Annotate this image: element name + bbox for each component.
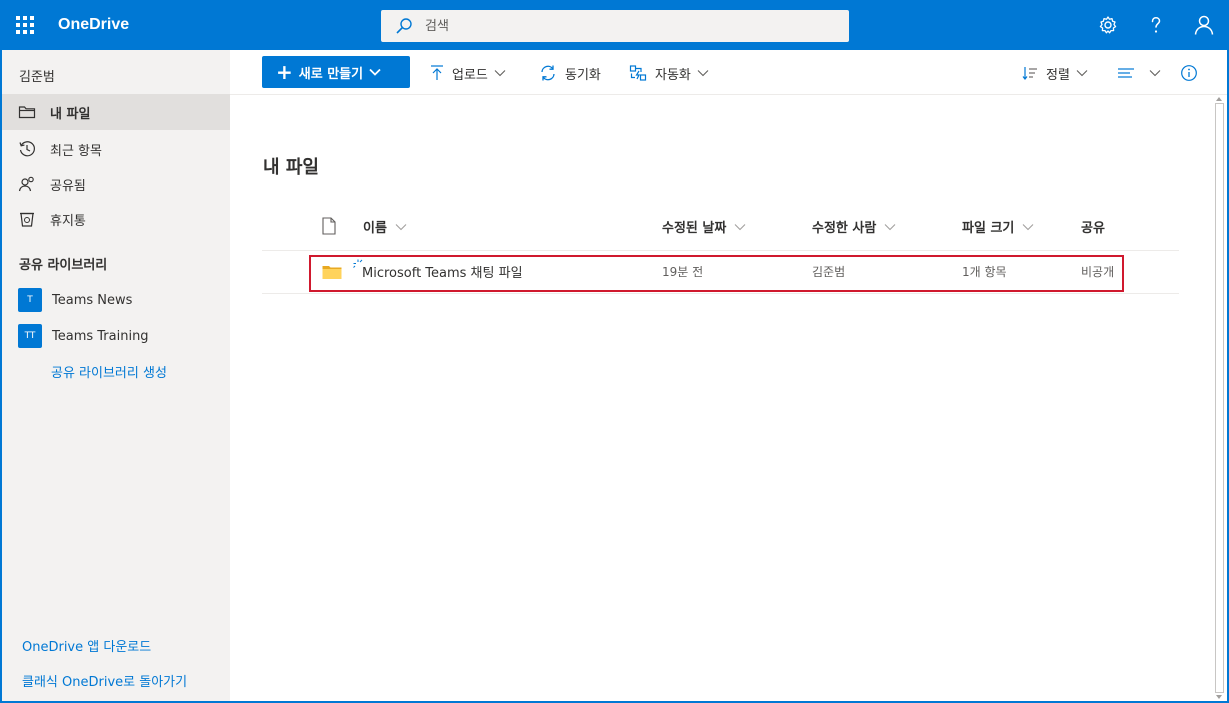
account-icon[interactable] (1192, 13, 1216, 37)
people-icon (18, 175, 36, 193)
column-header-label: 수정한 사람 (812, 221, 877, 236)
search-box[interactable] (381, 10, 849, 42)
command-bar: + 새로 만들기 업로드 동기화 자동화 정렬 (230, 50, 1227, 95)
scroll-up-icon[interactable] (1216, 97, 1222, 101)
nav-item-label: 최근 항목 (50, 143, 102, 159)
chevron-down-icon (1149, 69, 1161, 77)
left-navigation: 김준범 내 파일 최근 항목 공유됨 휴지통 공유 라이브러리 T Teams … (2, 50, 230, 701)
info-button[interactable] (1180, 62, 1206, 84)
column-header-modified[interactable]: 수정된 날짜 (662, 217, 746, 236)
chevron-down-icon (697, 69, 709, 77)
file-type-header[interactable] (322, 217, 336, 235)
nav-item-my-files[interactable]: 내 파일 (2, 94, 230, 130)
column-header-label: 공유 (1081, 221, 1105, 236)
column-header-name[interactable]: 이름 (363, 217, 407, 236)
library-badge: T (18, 288, 42, 312)
modified-by-cell[interactable]: 김준범 (812, 263, 845, 280)
view-options-button[interactable] (1117, 62, 1161, 84)
shared-libraries-title: 공유 라이브러리 (19, 258, 108, 273)
folder-icon (322, 264, 342, 284)
vertical-scrollbar[interactable] (1212, 95, 1227, 701)
column-header-label: 이름 (363, 221, 387, 236)
upload-button[interactable]: 업로드 (430, 62, 506, 84)
nav-item-label: 내 파일 (50, 106, 91, 122)
column-header-modified-by[interactable]: 수정한 사람 (812, 217, 896, 236)
search-icon (396, 18, 412, 34)
create-library-link[interactable]: 공유 라이브러리 생성 (51, 362, 167, 381)
library-label: Teams News (52, 292, 133, 308)
upload-label: 업로드 (452, 67, 488, 83)
nav-item-shared[interactable]: 공유됨 (2, 166, 230, 202)
plus-icon: + (276, 60, 293, 84)
nav-item-label: 공유됨 (50, 178, 86, 194)
main-content: 내 파일 이름 수정된 날짜 수정한 사람 파일 크기 공유 Microsoft… (230, 95, 1212, 701)
file-name-link[interactable]: Microsoft Teams 채팅 파일 (362, 262, 523, 281)
top-bar: OneDrive (0, 0, 1229, 50)
search-input[interactable] (425, 10, 825, 42)
column-header-label: 파일 크기 (962, 221, 1015, 236)
scrollbar-thumb[interactable] (1215, 103, 1224, 693)
history-icon (18, 140, 36, 158)
list-view-icon (1117, 66, 1135, 80)
table-row[interactable]: Microsoft Teams 채팅 파일 19분 전 김준범 1개 항목 비공… (262, 251, 1179, 293)
classic-onedrive-link[interactable]: 클래식 OneDrive로 돌아가기 (22, 671, 187, 690)
library-item-teams-training[interactable]: TT Teams Training (2, 319, 230, 353)
nav-item-recycle-bin[interactable]: 휴지통 (2, 201, 230, 237)
chevron-down-icon (369, 65, 381, 80)
gear-icon[interactable] (1096, 13, 1120, 37)
automate-icon (629, 64, 647, 82)
download-app-link[interactable]: OneDrive 앱 다운로드 (22, 636, 151, 655)
info-icon (1180, 64, 1198, 82)
help-icon[interactable] (1144, 13, 1168, 37)
library-label: Teams Training (52, 328, 149, 344)
chevron-down-icon (884, 223, 896, 231)
row-divider (262, 293, 1179, 294)
nav-item-label: 휴지통 (50, 213, 86, 229)
sharing-cell[interactable]: 비공개 (1081, 263, 1114, 280)
modified-cell: 19분 전 (662, 265, 704, 279)
chevron-down-icon (1022, 223, 1034, 231)
library-item-teams-news[interactable]: T Teams News (2, 283, 230, 317)
upload-icon (430, 65, 444, 81)
folder-icon (18, 103, 36, 121)
automate-button[interactable]: 자동화 (629, 62, 709, 84)
sort-label: 정렬 (1046, 67, 1070, 83)
chevron-down-icon (734, 223, 746, 231)
size-cell: 1개 항목 (962, 265, 1007, 279)
new-button[interactable]: + 새로 만들기 (262, 56, 410, 88)
library-badge: TT (18, 324, 42, 348)
page-title: 내 파일 (263, 157, 319, 178)
sync-button[interactable]: 동기화 (539, 62, 601, 84)
column-header-size[interactable]: 파일 크기 (962, 217, 1034, 236)
column-header-label: 수정된 날짜 (662, 221, 727, 236)
automate-label: 자동화 (655, 67, 691, 83)
new-button-label: 새로 만들기 (298, 66, 364, 82)
scroll-down-icon[interactable] (1216, 695, 1222, 699)
chevron-down-icon (1076, 69, 1088, 77)
user-name: 김준범 (19, 70, 55, 85)
app-launcher-icon[interactable] (13, 13, 37, 37)
app-name[interactable]: OneDrive (58, 16, 129, 34)
chevron-down-icon (395, 223, 407, 231)
sync-label: 동기화 (565, 67, 601, 83)
file-type-icon (322, 217, 336, 235)
column-header-sharing[interactable]: 공유 (1081, 217, 1105, 236)
sort-button[interactable]: 정렬 (1022, 62, 1088, 84)
recycle-bin-icon (18, 210, 36, 228)
sort-icon (1022, 65, 1038, 81)
chevron-down-icon (494, 69, 506, 77)
sync-icon (539, 64, 557, 82)
nav-item-recent[interactable]: 최근 항목 (2, 131, 230, 167)
